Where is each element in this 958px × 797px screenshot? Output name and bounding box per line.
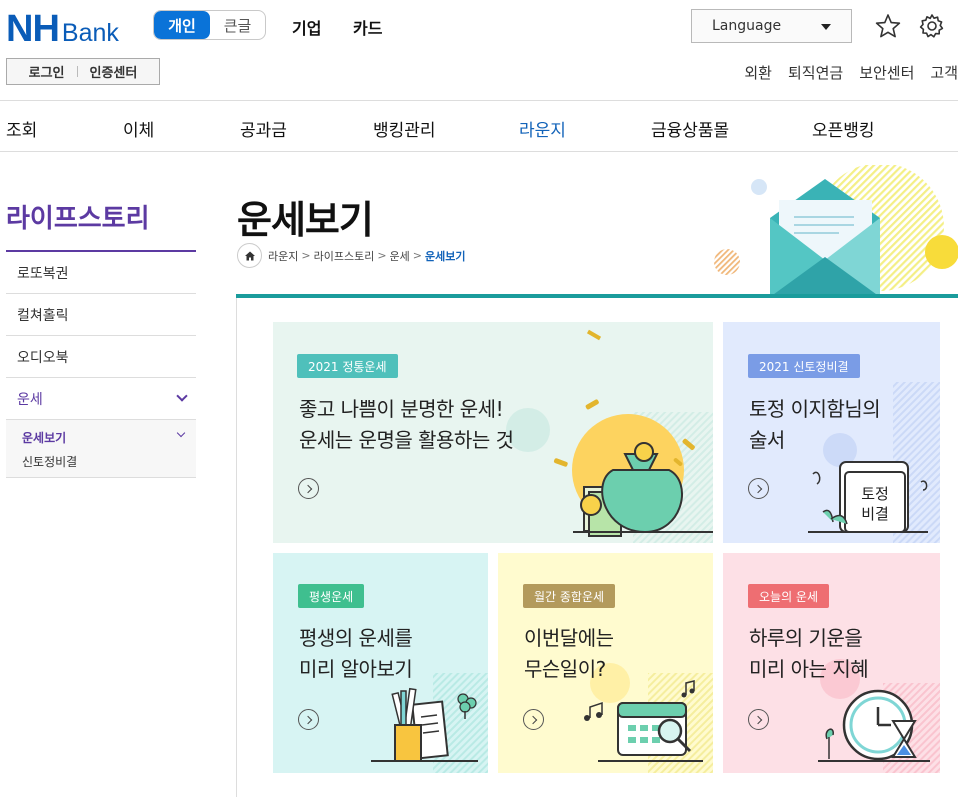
breadcrumb-separator: > (412, 249, 423, 262)
settings-gear-icon[interactable] (918, 12, 946, 40)
mode-large-text-button[interactable]: 큰글 (210, 11, 265, 39)
card-badge: 2021 신토정비결 (748, 354, 860, 378)
logo-bank: Bank (61, 19, 119, 47)
gnb-open-banking[interactable]: 오픈뱅킹 (812, 116, 875, 141)
mode-personal-button[interactable]: 개인 (154, 11, 210, 39)
arrow-right-circle-icon[interactable] (298, 709, 319, 730)
nh-bank-logo[interactable]: NH Bank (6, 8, 119, 51)
envelope-illustration (714, 165, 958, 297)
card-lifetime-fortune[interactable]: 평생운세 평생의 운세를 미리 알아보기 (273, 553, 488, 773)
breadcrumb-lifestory[interactable]: 라이프스토리 (314, 248, 375, 264)
lnb-item-label: 컬쳐홀릭 (17, 307, 69, 324)
card-badge: 오늘의 운세 (748, 584, 830, 608)
header-divider (0, 100, 958, 101)
gnb-banking-management[interactable]: 뱅킹관리 (373, 116, 436, 141)
card-classic-fortune[interactable]: 2021 정통운세 좋고 나쁨이 분명한 운세! 운세는 운명을 활용하는 것 (273, 322, 713, 543)
chevron-down-icon (176, 428, 186, 438)
breadcrumb: 라운지 > 라이프스토리 > 운세 > 운세보기 (237, 243, 466, 268)
gnb-utility-bills[interactable]: 공과금 (240, 116, 287, 141)
top-menu-card[interactable]: 카드 (353, 15, 382, 39)
breadcrumb-current: 운세보기 (425, 249, 466, 263)
login-button[interactable]: 로그인 (29, 62, 65, 81)
lnb-item-lotto[interactable]: 로또복권 (6, 252, 196, 294)
home-icon[interactable] (237, 243, 262, 268)
arrow-right-circle-icon[interactable] (748, 709, 769, 730)
book-cover-text: 토정 (861, 485, 889, 503)
lnb-submenu: 운세보기 신토정비결 (6, 420, 196, 478)
favorite-star-icon[interactable] (874, 12, 902, 40)
top-menu-corporate[interactable]: 기업 (292, 15, 321, 39)
breadcrumb-separator: > (377, 249, 387, 262)
content-top-line (236, 294, 958, 298)
card-monthly-fortune[interactable]: 월간 종합운세 이번달에는 무슨일이? (498, 553, 713, 773)
lnb-item-label: 로또복권 (17, 265, 69, 282)
card-title: 토정 이지함님의 술서 (749, 397, 881, 452)
breadcrumb-separator: > (301, 249, 311, 262)
mode-toggle: 개인 큰글 (153, 10, 266, 40)
arrow-right-circle-icon[interactable] (523, 709, 544, 730)
gnb-inquiry[interactable]: 조회 (6, 116, 37, 141)
book-cover-label: 토정 비결 (845, 484, 905, 524)
card-title: 하루의 기운을 미리 아는 지혜 (749, 626, 869, 681)
lnb-item-label: 운세 (17, 391, 43, 408)
lnb-sub-fortune-view[interactable]: 운세보기 (22, 429, 66, 446)
gnb-transfer[interactable]: 이체 (123, 116, 154, 141)
lnb-sub-tojeong[interactable]: 신토정비결 (22, 453, 77, 470)
util-link-forex[interactable]: 외환 (744, 62, 772, 83)
util-link-customer[interactable]: 고객 (930, 62, 958, 83)
breadcrumb-fortune[interactable]: 운세 (390, 248, 410, 264)
lnb-title: 라이프스토리 (6, 204, 150, 234)
gnb-lounge[interactable]: 라운지 (519, 116, 566, 141)
lnb-item-label: 오디오북 (17, 349, 69, 366)
card-badge: 2021 정통운세 (297, 354, 398, 378)
caret-down-icon (821, 24, 831, 30)
card-title: 좋고 나쁨이 분명한 운세! 운세는 운명을 활용하는 것 (299, 397, 514, 452)
page-title: 운세보기 (237, 198, 374, 242)
util-link-pension[interactable]: 퇴직연금 (788, 62, 843, 83)
book-cover-text: 비결 (861, 505, 889, 523)
gnb-product-mall[interactable]: 금융상품몰 (651, 116, 729, 141)
cert-center-button[interactable]: 인증센터 (90, 62, 138, 81)
lnb-item-culture[interactable]: 컬쳐홀릭 (6, 294, 196, 336)
login-bar: 로그인 인증센터 (6, 58, 160, 85)
login-divider (76, 66, 78, 77)
card-badge: 평생운세 (298, 584, 365, 608)
lnb-item-audiobook[interactable]: 오디오북 (6, 336, 196, 378)
chevron-down-icon (176, 390, 188, 402)
logo-nh: NH (6, 8, 60, 50)
card-title: 평생의 운세를 미리 알아보기 (299, 626, 413, 681)
breadcrumb-lounge[interactable]: 라운지 (268, 248, 298, 264)
lnb-item-fortune[interactable]: 운세 (6, 378, 196, 420)
card-badge: 월간 종합운세 (523, 584, 616, 608)
card-today-fortune[interactable]: 오늘의 운세 하루의 기운을 미리 아는 지혜 (723, 553, 940, 773)
arrow-right-circle-icon[interactable] (298, 478, 319, 499)
util-link-security[interactable]: 보안센터 (859, 62, 914, 83)
gnb-divider (0, 151, 958, 152)
card-title: 이번달에는 무슨일이? (524, 626, 614, 681)
content-left-border (236, 298, 237, 797)
language-label: Language (712, 18, 782, 34)
language-select[interactable]: Language (691, 9, 852, 43)
card-tojeong[interactable]: 토정 비결 2021 신토정비결 토정 이지함님의 술서 (723, 322, 940, 543)
utility-links: 외환 퇴직연금 보안센터 고객 (728, 62, 958, 83)
arrow-right-circle-icon[interactable] (748, 478, 769, 499)
